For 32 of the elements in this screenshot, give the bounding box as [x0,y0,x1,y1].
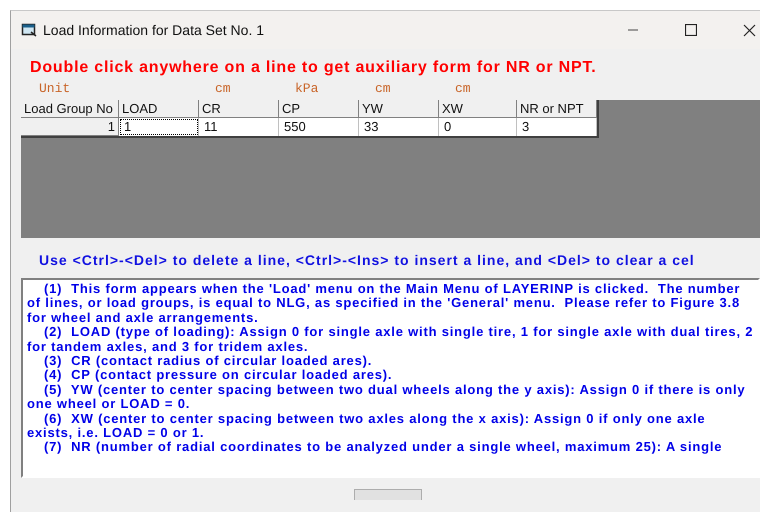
unit-label: cm [214,81,232,98]
help-text-line: (6) XW (center to center spacing between two axles along the x axis): Assign 0 if only one axle [43,412,706,426]
hint-text: Use <Ctrl>-<Del> to delete a line, <Ctrl>-<Ins> to insert a line, and <Del> to clear a cel [38,251,696,266]
column-header[interactable]: LOAD [119,100,199,118]
help-text-line: for wheel and axle arrangements. [27,310,260,326]
maximize-icon[interactable] [685,24,697,36]
column-header[interactable]: CR [199,100,279,118]
unit-label: cm [454,81,472,98]
help-text-line: one wheel or LOAD = 0. [27,397,192,412]
row-header[interactable]: 1 [21,118,119,136]
help-text-line: (7) NR (number of radial coordinates to be analyzed under a single wheel, maximum 25): A single [43,440,724,455]
help-text-line: (2) LOAD (type of loading): Assign 0 for single axle with single tire, 1 for single axle with dual tires, 2 [43,325,754,340]
column-header[interactable]: Load Group No [21,100,119,118]
help-text-line: of lines, or load groups, is equal to NLG, as specified in the 'General' menu. Please refer to Figure 3.8 [27,296,741,311]
close-icon[interactable] [743,24,756,36]
instruction-text: Double click anywhere on a line to get auxiliary form for NR or NPT. [29,58,598,77]
window-title: Load Information for Data Set No. 1 [43,22,264,38]
help-text-line: (4) CP (contact pressure on circular loaded ares). [43,368,394,383]
column-header[interactable]: YW [359,100,439,118]
unit-label: kPa [294,81,320,98]
unit-label: cm [374,81,392,98]
help-text-line: (5) YW (center to center spacing between two dual wheels along the y axis): Assign 0 if there is only [43,382,746,398]
help-text-line: (3) CR (contact radius of circular loaded ares). [43,354,374,368]
help-text-line: exists, i.e. LOAD = 0 or 1. [27,426,206,440]
column-header[interactable]: XW [439,100,517,118]
help-text-line: (1) This form appears when the 'Load' menu on the Main Menu of LAYERINP is clicked. The number [43,282,742,296]
window-icon [21,23,37,37]
unit-label: Unit [38,81,72,98]
column-header[interactable]: NR or NPT [517,100,597,118]
column-header[interactable]: CP [279,100,359,118]
help-text-line: for tandem axles, and 3 for tridem axles. [27,340,310,354]
table-cell[interactable]: 1 [119,118,199,136]
